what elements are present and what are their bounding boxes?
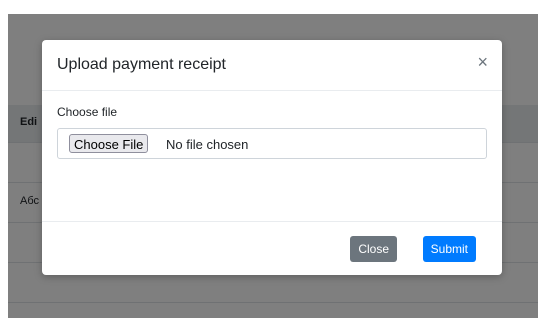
modal-body: Choose file Choose File No file chosen <box>42 91 502 221</box>
submit-button[interactable]: Submit <box>422 236 476 262</box>
background-top-strip <box>0 0 538 14</box>
file-status-text: No file chosen <box>166 137 249 152</box>
file-input[interactable]: Choose File No file chosen <box>57 128 487 159</box>
modal-title: Upload payment receipt <box>57 56 226 73</box>
modal-footer: Close Submit <box>42 221 502 276</box>
upload-receipt-modal: Upload payment receipt × Choose file Cho… <box>42 40 502 275</box>
close-button[interactable]: Close <box>350 236 397 262</box>
choose-file-label: Choose file <box>57 105 118 119</box>
choose-file-button[interactable]: Choose File <box>69 134 149 153</box>
close-icon[interactable]: × <box>477 53 488 71</box>
modal-header: Upload payment receipt × <box>42 40 502 91</box>
